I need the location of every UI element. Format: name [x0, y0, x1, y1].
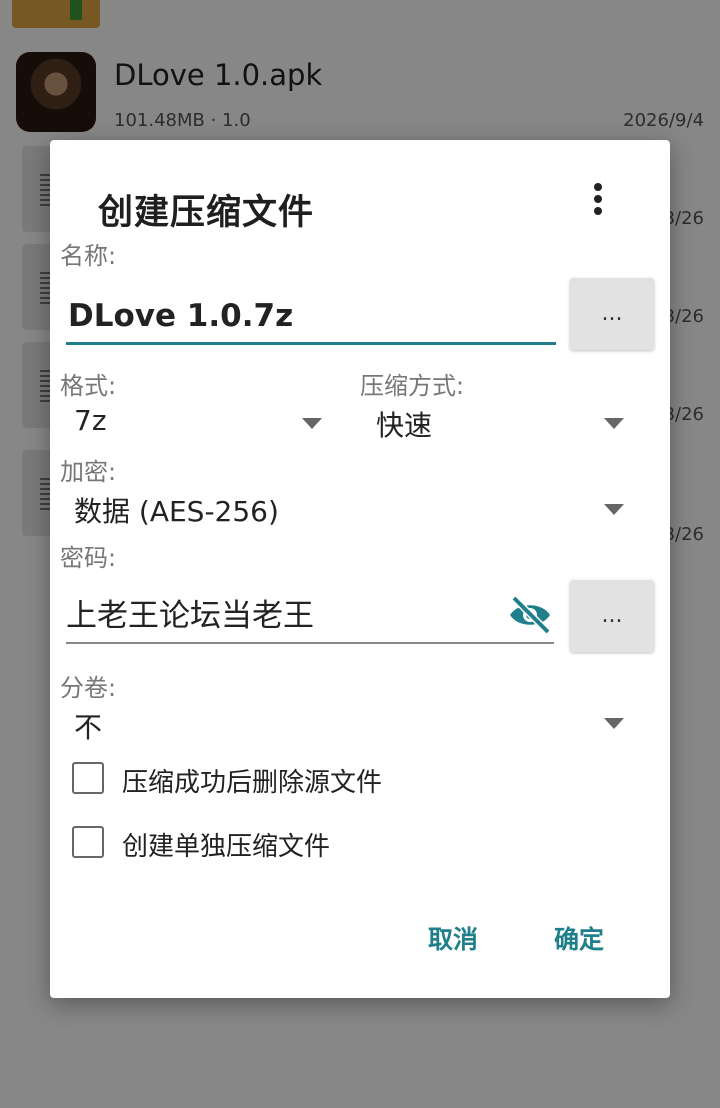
caret-down-icon[interactable] [604, 418, 624, 429]
caret-down-icon[interactable] [604, 504, 624, 515]
password-input[interactable]: 上老王论坛当老王 [66, 590, 554, 644]
separate-archive-label[interactable]: 创建单独压缩文件 [122, 826, 330, 863]
more-vert-icon[interactable] [586, 180, 610, 220]
format-select[interactable]: 7z [74, 404, 107, 437]
archive-name-input[interactable]: DLove 1.0.7z [66, 290, 556, 345]
name-label: 名称: [60, 242, 117, 270]
browse-password-button[interactable]: ... [570, 580, 654, 652]
password-label: 密码: [60, 544, 117, 572]
cancel-button[interactable]: 取消 [428, 920, 478, 956]
split-label: 分卷: [60, 674, 117, 702]
encryption-label: 加密: [60, 458, 117, 486]
caret-down-icon[interactable] [302, 418, 322, 429]
delete-source-label[interactable]: 压缩成功后删除源文件 [122, 762, 382, 799]
format-label: 格式: [60, 372, 117, 400]
encryption-select[interactable]: 数据 (AES-256) [74, 490, 279, 530]
ok-button[interactable]: 确定 [554, 920, 604, 956]
caret-down-icon[interactable] [604, 718, 624, 729]
browse-name-button[interactable]: ... [570, 278, 654, 350]
dialog-title: 创建压缩文件 [98, 193, 315, 233]
delete-source-checkbox[interactable] [72, 762, 104, 794]
method-label: 压缩方式: [360, 372, 465, 400]
split-select[interactable]: 不 [74, 706, 102, 746]
eye-off-icon[interactable] [506, 594, 554, 636]
create-archive-dialog: 创建压缩文件 名称: DLove 1.0.7z ... 格式: 7z 压缩方式:… [50, 140, 670, 998]
method-select[interactable]: 快速 [376, 404, 432, 444]
separate-archive-checkbox[interactable] [72, 826, 104, 858]
